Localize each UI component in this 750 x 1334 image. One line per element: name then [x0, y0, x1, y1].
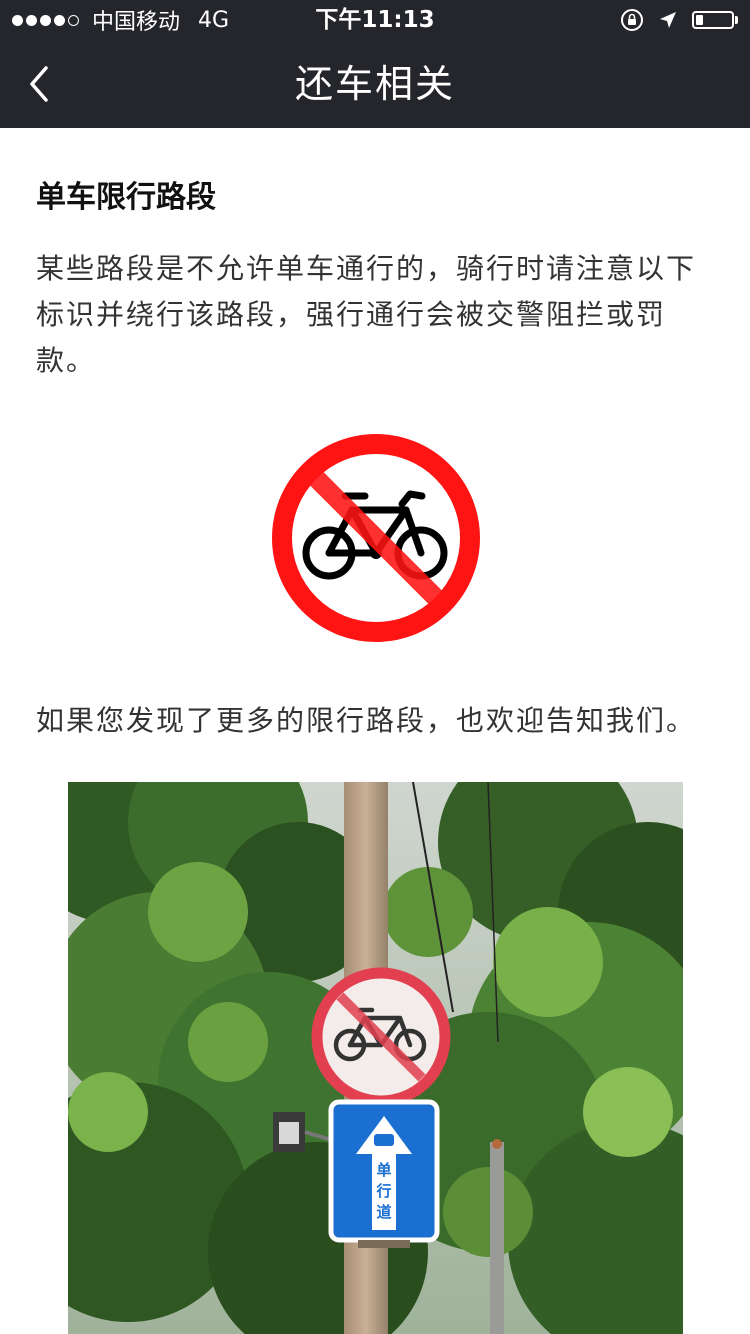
battery-icon	[692, 11, 738, 29]
one-way-sign-char-2: 行	[375, 1182, 391, 1200]
one-way-sign-char-1: 单	[376, 1161, 391, 1179]
navigation-bar: 还车相关	[0, 40, 750, 128]
report-paragraph: 如果您发现了更多的限行路段，也欢迎告知我们。	[36, 704, 697, 737]
intro-paragraph: 某些路段是不允许单车通行的，骑行时请注意以下标识并绕行该路段，强行通行会被交警阻…	[36, 252, 697, 377]
page-title: 还车相关	[294, 62, 455, 106]
status-right	[606, 0, 738, 40]
location-arrow-icon	[658, 10, 678, 30]
one-way-sign-char-3: 道	[376, 1203, 391, 1221]
section-title: 单车限行路段	[36, 180, 216, 215]
street-signs-photo: 单 行 道	[68, 782, 683, 1334]
no-bicycles-sign	[270, 432, 482, 644]
status-bar: 中国移动 4G 下午11:13	[0, 0, 750, 40]
article-content: 单车限行路段 某些路段是不允许单车通行的，骑行时请注意以下标识并绕行该路段，强行…	[0, 128, 750, 1334]
orientation-lock-icon	[620, 8, 644, 32]
